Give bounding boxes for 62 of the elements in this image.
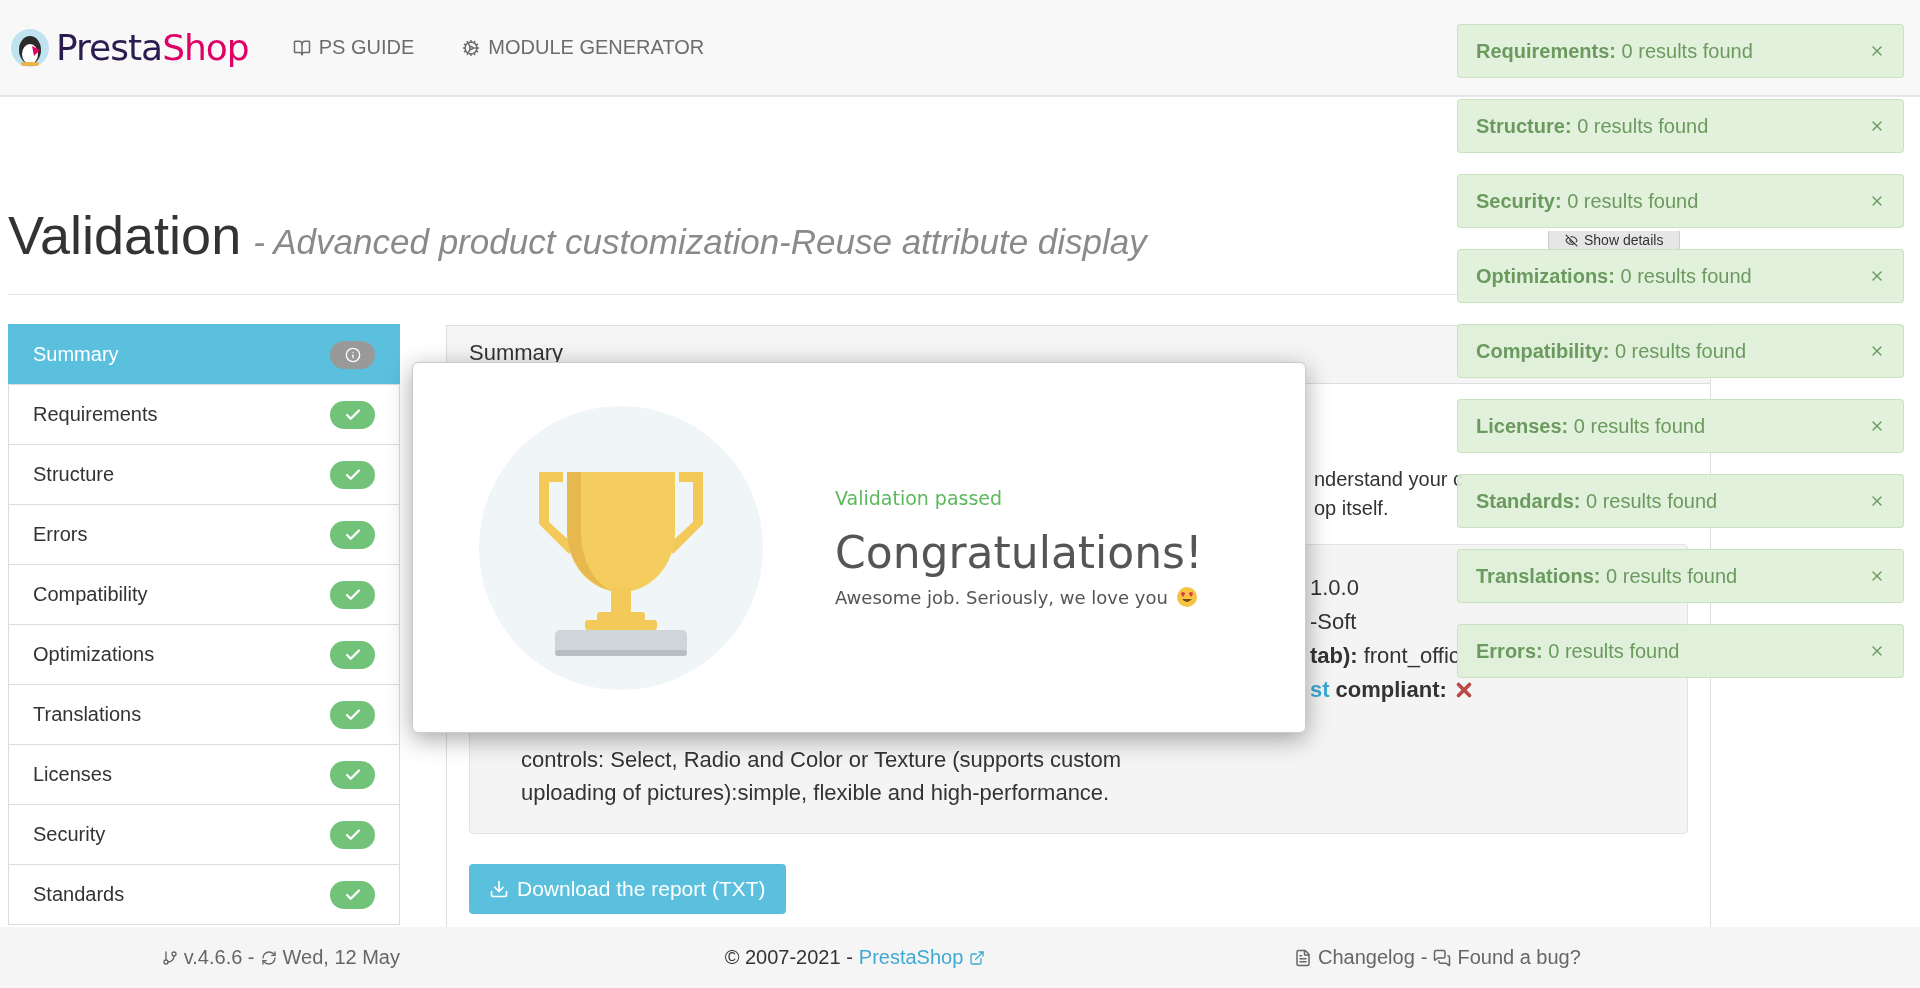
sidebar-item[interactable]: Security: [8, 804, 400, 865]
sidebar-item[interactable]: Structure: [8, 444, 400, 505]
status-text: Validation passed: [835, 487, 1004, 509]
logo-icon: [10, 27, 50, 68]
download-icon: [489, 879, 509, 899]
heart-eyes-emoji-icon: [1175, 586, 1198, 608]
book-icon: [292, 38, 311, 57]
info-badge: [330, 340, 375, 369]
branch-icon: [161, 949, 178, 966]
sidebar-item[interactable]: Licenses: [8, 744, 400, 805]
notification-text: Translations: 0 results found: [1476, 564, 1738, 588]
gears-icon: [462, 38, 481, 57]
check-badge: [330, 760, 375, 789]
check-badge: [330, 400, 375, 429]
notification-text: Requirements: 0 results found: [1476, 39, 1753, 63]
dialog-message: Awesome job. Seriously, we love you: [835, 586, 1168, 608]
bug-link[interactable]: Found a bug?: [1457, 946, 1581, 969]
detail-label: compliant:: [1335, 677, 1447, 703]
external-link-icon: [969, 949, 986, 966]
sidebar-item[interactable]: Compatibility: [8, 564, 400, 625]
module-description: controls: Select, Radio and Color or Texture (supports custom uploading of pictures):simple, flexible and high-performance.: [521, 746, 1122, 807]
sidebar-item[interactable]: Optimizations: [8, 624, 400, 685]
notification-text: Security: 0 results found: [1476, 189, 1699, 213]
nav-link[interactable]: PS GUIDE: [292, 36, 415, 59]
file-icon: [1294, 948, 1312, 967]
nav-link[interactable]: MODULE GENERATOR: [462, 36, 705, 59]
check-badge: [330, 820, 375, 849]
check-badge: [330, 580, 375, 609]
check-badge: [330, 640, 375, 669]
comments-icon: [1433, 948, 1452, 967]
intro-text: op itself.: [1314, 497, 1389, 520]
sidebar-item[interactable]: Translations: [8, 684, 400, 745]
page-title: Validation: [8, 204, 242, 266]
panel-title: Summary: [469, 340, 564, 365]
version-text: v.4.6.6 -: [183, 946, 255, 969]
detail-value: front_offic: [1363, 643, 1460, 669]
copyright-text: © 2007-2021 -: [724, 946, 853, 969]
sidebar-item[interactable]: Requirements: [8, 384, 400, 445]
changelog-link[interactable]: Changelog: [1318, 946, 1415, 969]
detail-text: -Soft: [1310, 609, 1357, 635]
eye-slash-icon: [1565, 233, 1578, 247]
check-badge: [330, 460, 375, 489]
separator-text: -: [1420, 946, 1428, 969]
detail-text: 1.0.0: [1310, 575, 1359, 601]
check-badge: [330, 700, 375, 729]
notification-text: Standards: 0 results found: [1476, 489, 1718, 513]
check-badge: [330, 880, 375, 909]
detail-label: tab):: [1310, 643, 1358, 669]
check-badge: [330, 520, 375, 549]
date-text: Wed, 12 May: [282, 946, 400, 969]
notification-text: Errors: 0 results found: [1476, 639, 1680, 663]
notification-text: Optimizations: 0 results found: [1476, 264, 1752, 288]
notification-text: Structure: 0 results found: [1476, 114, 1709, 138]
notification-text: Compatibility: 0 results found: [1476, 339, 1747, 363]
dialog-heading: Congratulations!: [835, 527, 1203, 578]
notification-text: Licenses: 0 results found: [1476, 414, 1706, 438]
refresh-icon: [260, 949, 277, 966]
page-subtitle: - Advanced product customization-Reuse attribute display: [253, 222, 1147, 262]
sidebar-item[interactable]: Errors: [8, 504, 400, 565]
show-details-button[interactable]: Show details: [1548, 231, 1681, 250]
sidebar-item[interactable]: Standards: [8, 864, 400, 925]
logo-text[interactable]: PrestaShop: [56, 27, 249, 68]
